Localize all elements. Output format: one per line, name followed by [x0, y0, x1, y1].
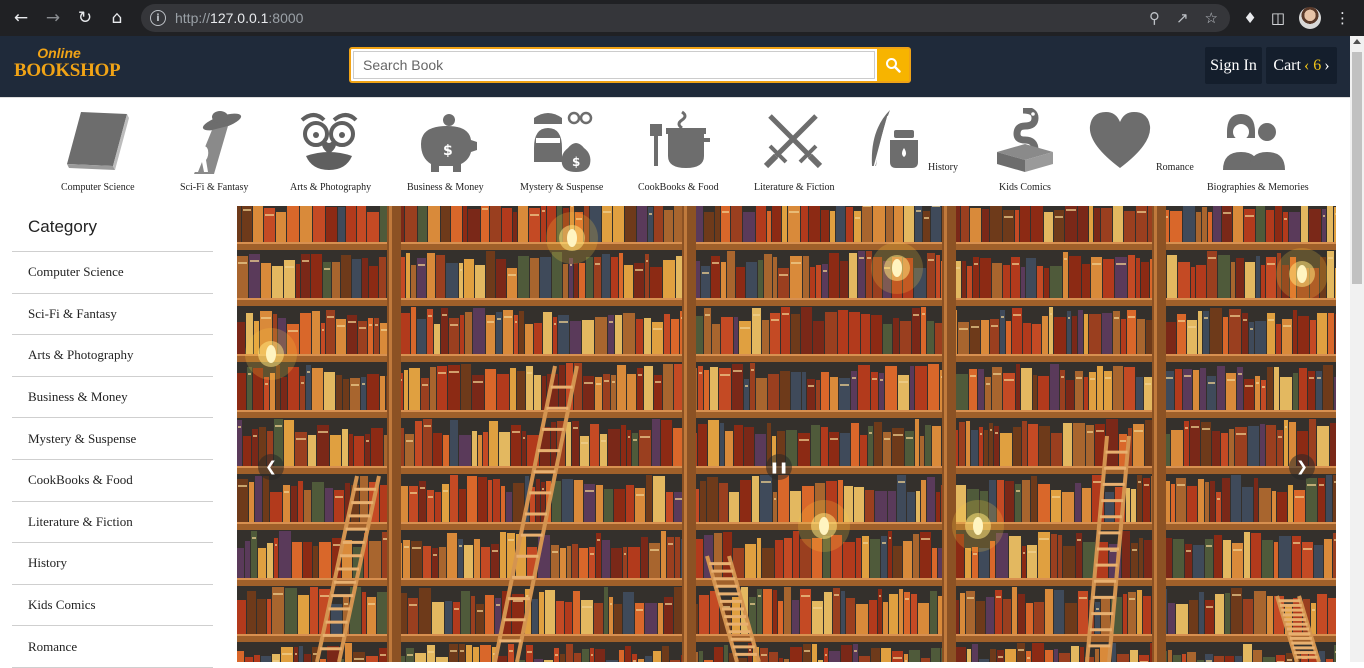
svg-text:$: $	[443, 143, 453, 159]
carousel-slide-image	[237, 206, 1336, 662]
sidebar-item-arts[interactable]: Arts & Photography	[12, 335, 213, 377]
scroll-thumb[interactable]	[1352, 52, 1362, 284]
browser-toolbar: ← → ↻ ⌂ i http://127.0.0.1:8000 ⚲ ↗ ☆ ♦ …	[0, 0, 1364, 36]
logo-line1: Online	[37, 45, 81, 61]
site-header: Online BOOKSHOP Sign In Cart ‹ 6 ›	[0, 36, 1350, 97]
url-host: 127.0.0.1	[210, 10, 269, 26]
category-tile-label: Computer Science	[61, 182, 135, 193]
category-tile-arts[interactable]: Arts & Photography	[290, 98, 372, 207]
category-tile-biographies[interactable]: Biographies & Memories	[1207, 98, 1309, 207]
site-logo[interactable]: Online BOOKSHOP	[14, 45, 121, 81]
hero-carousel: ❮ ❚❚ ❯	[237, 206, 1336, 662]
page-scrollbar[interactable]	[1350, 36, 1364, 662]
category-tile-business[interactable]: $ Business & Money	[407, 98, 487, 207]
sidebar-item-cookbooks[interactable]: CookBooks & Food	[12, 460, 213, 502]
sidebar-item-kids-comics[interactable]: Kids Comics	[12, 585, 213, 627]
sidebar-item-literature[interactable]: Literature & Fiction	[12, 502, 213, 544]
search-button[interactable]	[877, 49, 909, 81]
sign-in-label: Sign In	[1210, 56, 1257, 74]
cooking-pot-icon	[650, 110, 710, 168]
sidebar-list: Computer Science Sci-Fi & Fantasy Arts &…	[12, 252, 213, 668]
cart-count-value: 6	[1313, 56, 1322, 74]
search-bar	[349, 47, 911, 83]
sidebar-item-mystery[interactable]: Mystery & Suspense	[12, 418, 213, 460]
home-icon[interactable]: ⌂	[106, 7, 128, 29]
category-tile-scifi[interactable]: Sci-Fi & Fantasy	[180, 98, 250, 207]
category-icon-strip: Computer Science Sci-Fi & Fantasy Arts &…	[0, 97, 1350, 206]
category-tile-label: Kids Comics	[999, 182, 1051, 193]
category-tile-label: History	[928, 162, 958, 173]
chevron-left-icon[interactable]: ❮	[258, 454, 284, 480]
url-port: :8000	[268, 10, 304, 26]
category-tile-label: Literature & Fiction	[754, 182, 835, 193]
url-scheme: http://	[175, 10, 211, 26]
category-tile-romance[interactable]: Romance	[1087, 98, 1197, 207]
pause-icon[interactable]: ❚❚	[766, 454, 792, 480]
profile-avatar[interactable]	[1299, 7, 1321, 29]
info-icon[interactable]: i	[150, 10, 166, 26]
back-arrow-icon[interactable]: ←	[10, 7, 32, 29]
snake-box-icon	[997, 108, 1053, 172]
category-tile-cookbooks[interactable]: CookBooks & Food	[638, 98, 719, 207]
category-tile-history[interactable]: History	[866, 98, 962, 207]
book-icon	[67, 112, 129, 170]
people-icon	[1223, 114, 1285, 170]
search-input[interactable]	[353, 51, 875, 79]
sidebar-item-history[interactable]: History	[12, 543, 213, 585]
category-tile-label: Arts & Photography	[290, 182, 372, 193]
chevron-right-icon: ›	[1324, 56, 1330, 74]
category-tile-literature[interactable]: Literature & Fiction	[754, 98, 835, 207]
category-tile-computer-science[interactable]: Computer Science	[61, 98, 135, 207]
sign-in-button[interactable]: Sign In	[1205, 47, 1262, 84]
svg-text:$: $	[572, 155, 580, 169]
url-text[interactable]: http://127.0.0.1:8000	[175, 10, 303, 26]
cart-button[interactable]: Cart ‹ 6 ›	[1266, 47, 1337, 84]
crossed-swords-icon	[763, 114, 823, 169]
forward-arrow-icon[interactable]: →	[42, 7, 64, 29]
reload-icon[interactable]: ↻	[74, 7, 96, 29]
heart-icon	[1089, 112, 1151, 168]
sidebar-item-scifi[interactable]: Sci-Fi & Fantasy	[12, 294, 213, 336]
chevron-right-icon[interactable]: ❯	[1289, 454, 1315, 480]
side-panel-icon[interactable]: ◫	[1271, 9, 1285, 27]
thief-icon: $	[534, 111, 593, 172]
category-tile-label: Business & Money	[407, 182, 484, 193]
category-tile-label: CookBooks & Food	[638, 182, 719, 193]
cart-count: ‹ 6	[1303, 56, 1322, 74]
scroll-up-arrow-icon[interactable]	[1353, 39, 1361, 44]
category-tile-label: Mystery & Suspense	[520, 182, 604, 193]
category-tile-label: Biographies & Memories	[1207, 182, 1309, 193]
category-tile-kids-comics[interactable]: Kids Comics	[995, 98, 1055, 207]
category-tile-mystery[interactable]: $ Mystery & Suspense	[520, 98, 604, 207]
disguise-mask-icon	[300, 113, 358, 170]
extensions-puzzle-icon[interactable]: ♦	[1243, 9, 1256, 27]
sidebar-item-business[interactable]: Business & Money	[12, 377, 213, 419]
sidebar-item-computer-science[interactable]: Computer Science	[12, 252, 213, 294]
quill-inkwell-icon	[871, 110, 918, 169]
share-icon[interactable]: ↗	[1176, 9, 1189, 27]
kebab-menu-icon[interactable]: ⋮	[1335, 9, 1350, 27]
category-sidebar: Category Computer Science Sci-Fi & Fanta…	[12, 206, 213, 668]
search-icon	[886, 58, 901, 73]
piggy-bank-icon: $	[421, 114, 477, 172]
category-tile-label: Sci-Fi & Fantasy	[180, 182, 249, 193]
cart-label: Cart	[1273, 56, 1301, 74]
category-tile-label: Romance	[1156, 162, 1194, 173]
ufo-icon	[194, 111, 242, 174]
zoom-icon[interactable]: ⚲	[1149, 9, 1160, 27]
bookmark-star-icon[interactable]: ☆	[1205, 9, 1218, 27]
sidebar-title: Category	[12, 206, 213, 252]
logo-line2: BOOKSHOP	[14, 60, 121, 81]
address-bar[interactable]: i http://127.0.0.1:8000 ⚲ ↗ ☆	[141, 4, 1230, 32]
